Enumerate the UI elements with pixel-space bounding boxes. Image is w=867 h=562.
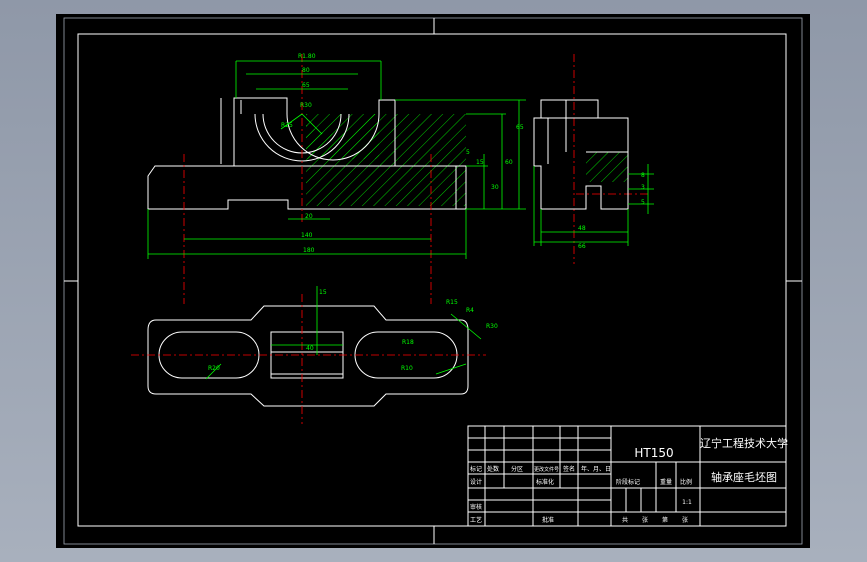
header-0: 标记 (470, 465, 482, 473)
front-view: R1.80 80 65 R30 R25 5 15 30 60 65 20 140… (147, 53, 651, 304)
dim-top-5: R10 (401, 365, 413, 372)
center-ticks (64, 18, 802, 544)
dim-front-9: 65 (516, 124, 524, 131)
dim-side-0: 8 (641, 172, 645, 179)
row-process: 工艺 (470, 516, 482, 524)
dim-top-7: R30 (486, 323, 498, 330)
header-3: 更改文件号 (534, 466, 559, 473)
standard-label: 标准化 (536, 478, 554, 486)
dim-top-0: 15 (319, 289, 327, 296)
dim-front-5: 5 (466, 149, 470, 156)
dim-front-8: 60 (505, 159, 513, 166)
dim-top-1: 40 (306, 345, 314, 352)
dim-front-10: 20 (305, 213, 313, 220)
dim-side-4: 66 (578, 243, 586, 250)
sheet-outer-border (63, 17, 803, 545)
drawing-canvas[interactable]: R1.80 80 65 R30 R25 5 15 30 60 65 20 140… (56, 14, 810, 548)
side-view: 8 3 5 48 66 (533, 99, 654, 250)
dim-front-7: 30 (491, 184, 499, 191)
dim-front-11: 140 (301, 232, 313, 239)
dim-top-2: R15 (446, 299, 458, 306)
header-1: 处数 (487, 465, 499, 473)
stage-header-0: 阶段标记 (616, 478, 640, 486)
title-block: HT150 辽宁工程技术大学 轴承座毛坯图 1:1 标记 处数 分区 更改文件号… (467, 425, 788, 527)
header-2: 分区 (511, 465, 523, 473)
dim-front-12: 180 (303, 247, 315, 254)
top-outline (147, 305, 469, 407)
dim-side-3: 48 (578, 225, 586, 232)
stage-header-1: 重量 (660, 478, 672, 486)
dim-side-2: 5 (641, 199, 645, 206)
approve-label: 批准 (542, 516, 554, 524)
header-5: 年、月、日 (581, 465, 611, 473)
material-text: HT150 (634, 446, 673, 460)
dim-side-1: 3 (641, 184, 645, 191)
dim-front-6: 15 (476, 159, 484, 166)
sheet-label-0: 共 (622, 516, 628, 524)
drawing-name: 轴承座毛坯图 (711, 470, 777, 484)
header-4: 签名 (563, 465, 575, 473)
row-checker: 审核 (470, 503, 482, 511)
top-centerlines (131, 294, 486, 424)
sheet-label-3: 张 (682, 516, 688, 524)
sheet-label-1: 张 (642, 516, 648, 524)
school-name: 辽宁工程技术大学 (700, 436, 788, 450)
dim-front-0: R1.80 (298, 53, 316, 60)
sheet-label-2: 第 (662, 516, 668, 524)
dim-top-6: R20 (208, 365, 220, 372)
top-view: 15 40 R15 R4 R18 R10 R20 R30 (131, 286, 498, 424)
cad-drawing: R1.80 80 65 R30 R25 5 15 30 60 65 20 140… (63, 17, 803, 545)
dim-front-1: 80 (302, 67, 310, 74)
dim-front-4: R25 (281, 122, 293, 129)
stage-header-2: 比例 (680, 478, 692, 486)
row-designer: 设计 (470, 478, 482, 486)
scale-value: 1:1 (682, 499, 692, 506)
dim-front-3: R30 (300, 102, 312, 109)
side-hatch (586, 152, 628, 182)
dim-top-4: R18 (402, 339, 414, 346)
dim-front-2: 65 (302, 82, 310, 89)
dim-top-3: R4 (466, 307, 474, 314)
sheet-inner-border (77, 33, 787, 527)
